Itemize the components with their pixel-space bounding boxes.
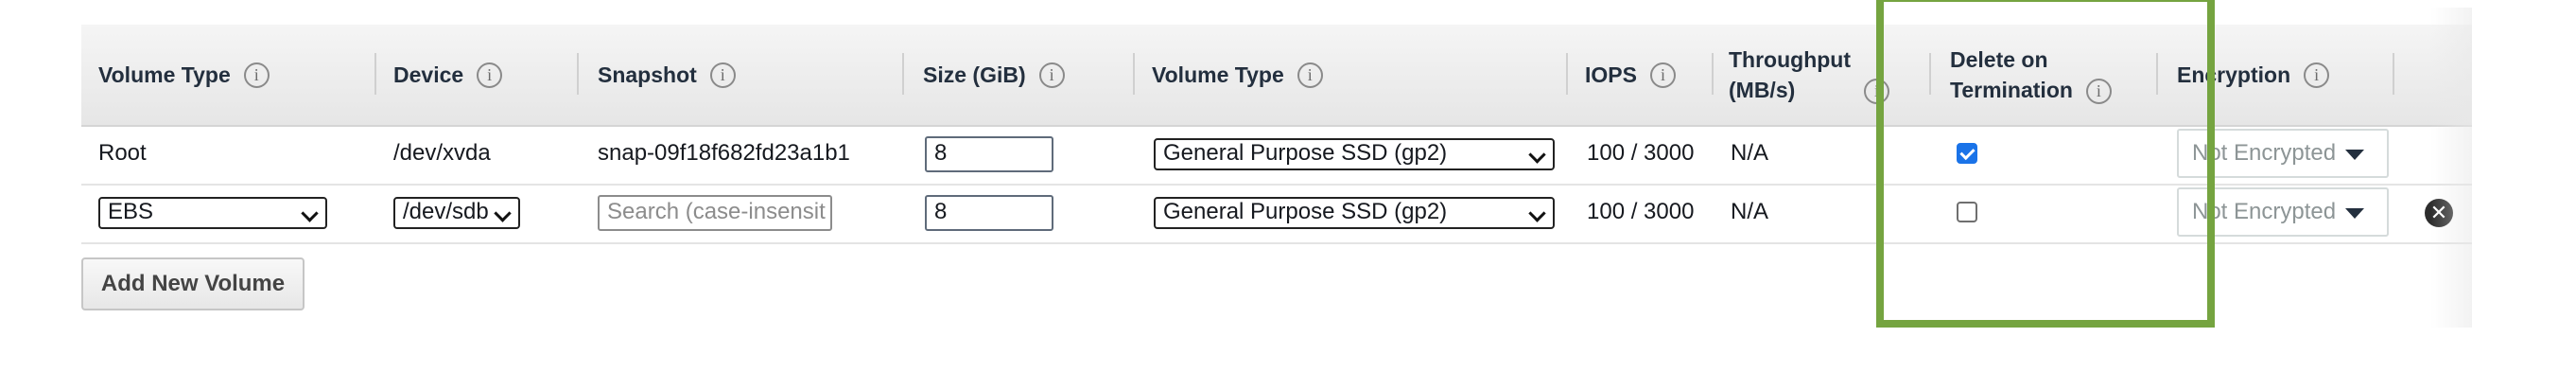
throughput-value: N/A bbox=[1731, 140, 1769, 166]
column-divider bbox=[577, 53, 579, 95]
chevron-down-icon bbox=[301, 204, 319, 222]
volume-type-value: Root bbox=[98, 140, 147, 166]
snapshot-search-input[interactable]: Search (case-insensit bbox=[598, 195, 832, 231]
chevron-down-icon bbox=[1528, 146, 1546, 164]
size-input[interactable]: 8 bbox=[925, 195, 1053, 231]
col-header-throughput: Throughput (MB/s) i bbox=[1729, 25, 1890, 125]
column-divider bbox=[1712, 53, 1714, 95]
device-value: /dev/xvda bbox=[393, 140, 491, 166]
chevron-down-icon bbox=[494, 204, 512, 222]
info-icon[interactable]: i bbox=[709, 62, 736, 88]
column-divider bbox=[374, 53, 376, 95]
col-header-ebs-volume-type: Volume Type i bbox=[1152, 25, 1323, 125]
add-new-volume-button[interactable]: Add New Volume bbox=[81, 257, 305, 310]
iops-value: 100 / 3000 bbox=[1587, 199, 1695, 224]
col-header-device: Device i bbox=[393, 25, 503, 125]
column-divider bbox=[1566, 53, 1568, 95]
ebs-volume-type-select[interactable]: General Purpose SSD (gp2) bbox=[1154, 197, 1555, 229]
column-divider bbox=[902, 53, 904, 95]
size-input[interactable]: 8 bbox=[925, 136, 1053, 172]
iops-value: 100 / 3000 bbox=[1587, 140, 1695, 166]
caret-down-icon bbox=[2345, 150, 2364, 160]
ebs-volume-type-select[interactable]: General Purpose SSD (gp2) bbox=[1154, 138, 1555, 170]
highlight-annotation bbox=[1876, 0, 2215, 328]
volume-type-select[interactable]: EBS bbox=[98, 197, 327, 229]
caret-down-icon bbox=[2345, 208, 2364, 219]
info-icon[interactable]: i bbox=[1297, 62, 1323, 88]
info-icon[interactable]: i bbox=[243, 62, 270, 88]
chevron-down-icon bbox=[1528, 204, 1546, 222]
column-divider bbox=[2393, 53, 2394, 95]
throughput-value: N/A bbox=[1731, 199, 1769, 224]
info-icon[interactable]: i bbox=[2304, 62, 2330, 88]
col-header-iops: IOPS i bbox=[1585, 25, 1676, 125]
info-icon[interactable]: i bbox=[1649, 62, 1676, 88]
snapshot-id: snap-09f18f682fd23a1b1 bbox=[598, 140, 850, 166]
col-header-snapshot: Snapshot i bbox=[598, 25, 736, 125]
column-divider bbox=[1133, 53, 1135, 95]
info-icon[interactable]: i bbox=[1038, 62, 1065, 88]
device-select[interactable]: /dev/sdb bbox=[393, 197, 520, 229]
panel-edge-shadow bbox=[2430, 8, 2472, 328]
col-header-volume-type: Volume Type i bbox=[98, 25, 270, 125]
info-icon[interactable]: i bbox=[477, 62, 503, 88]
col-header-size: Size (GiB) i bbox=[923, 25, 1065, 125]
